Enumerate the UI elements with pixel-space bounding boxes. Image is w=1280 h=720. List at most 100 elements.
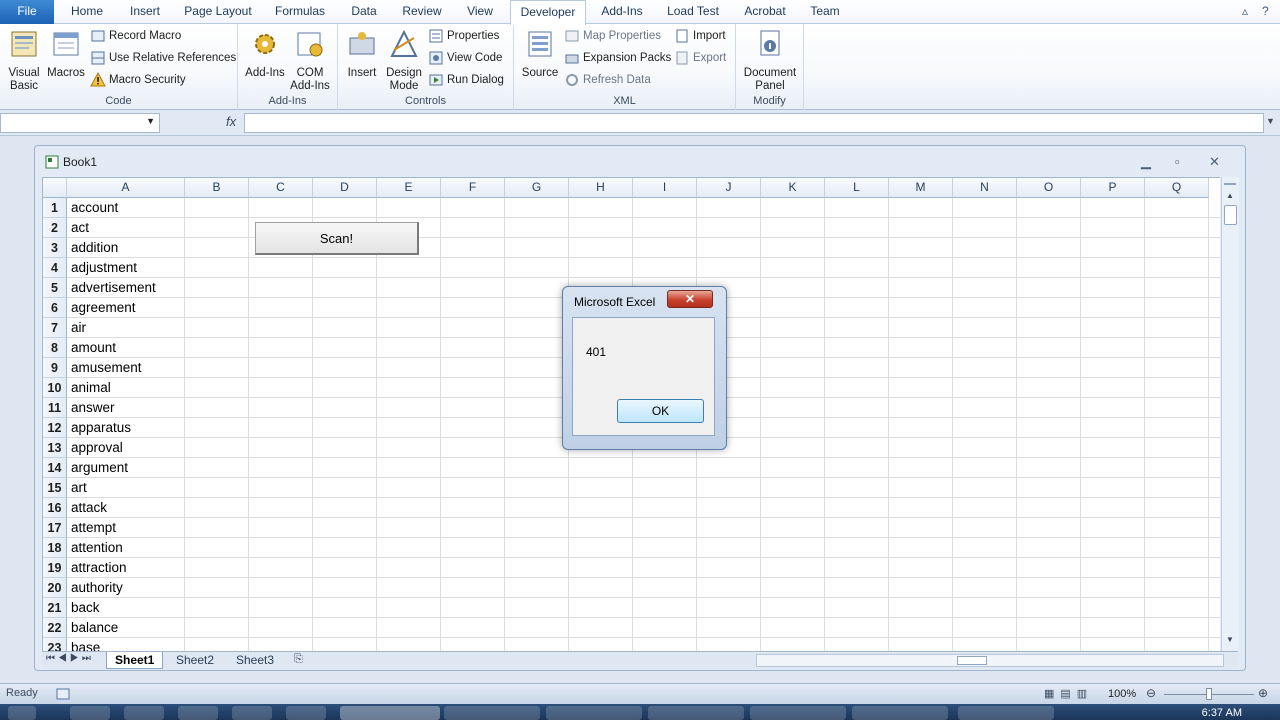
name-box-dropdown-icon[interactable]: ▼	[146, 116, 155, 126]
cell-a[interactable]: answer	[67, 398, 185, 418]
row-header[interactable]: 2	[43, 218, 67, 238]
tab-view[interactable]: View	[458, 0, 502, 24]
tab-developer[interactable]: Developer	[510, 0, 586, 25]
view-mode-icons[interactable]: ▦▤▥	[1044, 687, 1093, 700]
start-button[interactable]	[8, 706, 36, 720]
row-header[interactable]: 23	[43, 638, 67, 651]
row-header[interactable]: 8	[43, 338, 67, 358]
tab-formulas[interactable]: Formulas	[266, 0, 334, 24]
row-header[interactable]: 7	[43, 318, 67, 338]
cell-a[interactable]: act	[67, 218, 185, 238]
cell-a[interactable]: argument	[67, 458, 185, 478]
taskbar-app-icon[interactable]	[648, 706, 744, 720]
row-header[interactable]: 12	[43, 418, 67, 438]
tab-team[interactable]: Team	[802, 0, 848, 24]
source-button[interactable]: Source	[520, 28, 560, 80]
row-header[interactable]: 9	[43, 358, 67, 378]
cell-a[interactable]: animal	[67, 378, 185, 398]
zoom-level[interactable]: 100%	[1108, 688, 1136, 700]
view-code-button[interactable]: View Code	[428, 48, 502, 68]
cell-a[interactable]: apparatus	[67, 418, 185, 438]
select-all-corner[interactable]	[43, 178, 67, 198]
vertical-scroll-thumb[interactable]	[1224, 205, 1237, 225]
horizontal-scrollbar[interactable]	[756, 654, 1224, 667]
tab-page-layout[interactable]: Page Layout	[178, 0, 258, 24]
addins-button[interactable]: Add-Ins	[244, 28, 286, 80]
expand-formula-bar-icon[interactable]: ▼	[1266, 116, 1275, 126]
visual-basic-button[interactable]: Visual Basic	[4, 28, 44, 93]
cell-a[interactable]: adjustment	[67, 258, 185, 278]
taskbar-app-icon[interactable]	[852, 706, 948, 720]
cell-a[interactable]: amusement	[67, 358, 185, 378]
sheet-nav-arrows-icon[interactable]: ⏮◀▶⏭	[46, 653, 94, 664]
macro-security-button[interactable]: Macro Security	[90, 70, 186, 90]
taskbar-app-icon[interactable]	[178, 706, 218, 720]
cell-a[interactable]: attraction	[67, 558, 185, 578]
tab-home[interactable]: Home	[62, 0, 112, 24]
record-macro-status-icon[interactable]	[56, 687, 70, 701]
taskbar-explorer-icon[interactable]	[232, 706, 272, 720]
taskbar-ie-icon[interactable]	[70, 706, 110, 720]
run-dialog-button[interactable]: Run Dialog	[428, 70, 504, 90]
zoom-in-icon[interactable]: ⊕	[1258, 686, 1268, 700]
zoom-slider-thumb[interactable]	[1206, 688, 1212, 700]
column-header-g[interactable]: G	[505, 178, 569, 198]
column-header-l[interactable]: L	[825, 178, 889, 198]
sheet-tab-3[interactable]: Sheet3	[228, 652, 282, 669]
split-box[interactable]	[1224, 179, 1236, 185]
column-header-c[interactable]: C	[249, 178, 313, 198]
row-header[interactable]: 18	[43, 538, 67, 558]
column-header-d[interactable]: D	[313, 178, 377, 198]
close-icon[interactable]: ✕	[667, 290, 713, 308]
taskbar-app-icon[interactable]	[958, 706, 1054, 720]
import-button[interactable]: Import	[674, 26, 726, 46]
row-header[interactable]: 10	[43, 378, 67, 398]
column-header-a[interactable]: A	[67, 178, 185, 198]
tab-acrobat[interactable]: Acrobat	[736, 0, 794, 24]
row-header[interactable]: 11	[43, 398, 67, 418]
row-header[interactable]: 1	[43, 198, 67, 218]
cell-a[interactable]: air	[67, 318, 185, 338]
taskbar-app-icon[interactable]	[444, 706, 540, 720]
window-minimize-icon[interactable]: ▁	[1141, 154, 1151, 170]
cell-a[interactable]: balance	[67, 618, 185, 638]
cell-a[interactable]: approval	[67, 438, 185, 458]
column-header-j[interactable]: J	[697, 178, 761, 198]
com-addins-button[interactable]: COM Add-Ins	[288, 28, 332, 93]
taskbar-chrome-icon[interactable]	[546, 706, 642, 720]
sheet-tab-1[interactable]: Sheet1	[106, 652, 164, 669]
sheet-tab-2[interactable]: Sheet2	[168, 652, 222, 669]
record-macro-button[interactable]: Record Macro	[90, 26, 181, 46]
cell-a[interactable]: agreement	[67, 298, 185, 318]
row-header[interactable]: 14	[43, 458, 67, 478]
column-header-o[interactable]: O	[1017, 178, 1081, 198]
cell-a[interactable]: back	[67, 598, 185, 618]
column-header-n[interactable]: N	[953, 178, 1017, 198]
cell-a[interactable]: authority	[67, 578, 185, 598]
use-relative-references-button[interactable]: Use Relative References	[90, 48, 236, 68]
cell-a[interactable]: art	[67, 478, 185, 498]
column-header-h[interactable]: H	[569, 178, 633, 198]
row-header[interactable]: 13	[43, 438, 67, 458]
cell-a[interactable]: base	[67, 638, 185, 651]
tab-add-ins[interactable]: Add-Ins	[594, 0, 650, 24]
refresh-data-button[interactable]: Refresh Data	[564, 70, 651, 90]
zoom-out-icon[interactable]: ⊖	[1146, 686, 1156, 700]
tab-load-test[interactable]: Load Test	[658, 0, 728, 24]
row-header[interactable]: 4	[43, 258, 67, 278]
horizontal-scroll-thumb[interactable]	[957, 656, 987, 665]
taskbar-app-icon[interactable]	[124, 706, 164, 720]
cell-a[interactable]: amount	[67, 338, 185, 358]
document-panel-button[interactable]: Document Panel	[738, 28, 802, 93]
window-close-icon[interactable]: ✕	[1209, 154, 1220, 170]
vertical-scrollbar[interactable]: ▲ ▼	[1221, 177, 1239, 651]
row-header[interactable]: 15	[43, 478, 67, 498]
expansion-packs-button[interactable]: Expansion Packs	[564, 48, 671, 68]
cell-a[interactable]: addition	[67, 238, 185, 258]
ok-button[interactable]: OK	[617, 399, 704, 423]
row-header[interactable]: 6	[43, 298, 67, 318]
taskbar-excel-icon[interactable]	[340, 706, 440, 720]
cell-a[interactable]: attack	[67, 498, 185, 518]
name-box[interactable]: ▼	[0, 113, 160, 133]
column-header-i[interactable]: I	[633, 178, 697, 198]
